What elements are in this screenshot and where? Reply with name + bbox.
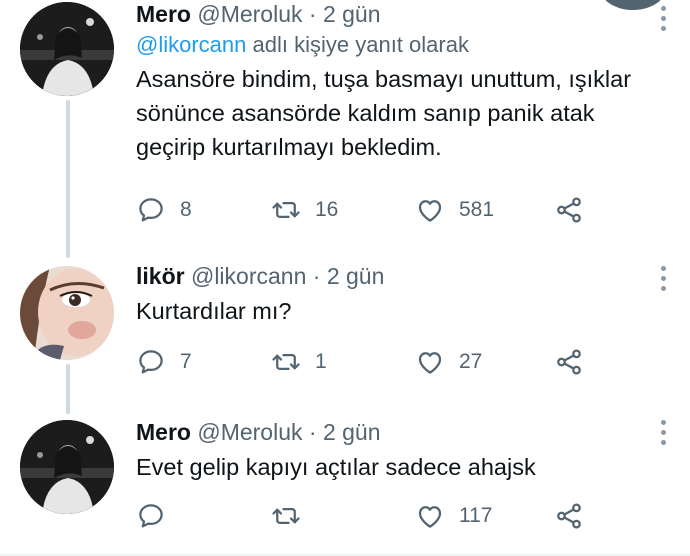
heart-icon bbox=[418, 506, 442, 528]
author-name[interactable]: Mero bbox=[136, 419, 191, 445]
share-icon bbox=[557, 349, 581, 375]
heart-icon bbox=[418, 352, 442, 374]
like-count: 117 bbox=[459, 504, 493, 527]
tweet-header: Mero @Meroluk · 2 gün bbox=[136, 418, 650, 446]
comment-icon bbox=[139, 350, 163, 374]
reply-button[interactable]: 7 bbox=[136, 344, 192, 380]
avatar-mero[interactable] bbox=[20, 420, 114, 514]
author-handle[interactable]: @Meroluk bbox=[197, 1, 302, 27]
author-handle[interactable]: @Meroluk bbox=[197, 419, 302, 445]
tweet-3[interactable]: Mero @Meroluk · 2 gün Evet gelip kapıyı … bbox=[0, 412, 690, 554]
more-vertical-icon[interactable] bbox=[660, 420, 668, 448]
tweet-actions: 8 16 581 bbox=[136, 192, 606, 228]
reply-count: 8 bbox=[180, 198, 192, 221]
author-name[interactable]: Mero bbox=[136, 1, 191, 27]
tweet-header: Mero @Meroluk · 2 gün bbox=[136, 0, 650, 28]
retweet-icon bbox=[272, 354, 300, 370]
author-handle[interactable]: @likorcann bbox=[191, 263, 306, 289]
reply-button[interactable] bbox=[136, 498, 180, 534]
tweet-actions: 117 bbox=[136, 498, 606, 534]
retweet-button[interactable]: 16 bbox=[271, 192, 338, 228]
tweet-2[interactable]: likör @likorcann · 2 gün Kurtardılar mı?… bbox=[0, 258, 690, 398]
comment-icon bbox=[139, 198, 163, 222]
separator: · bbox=[308, 1, 317, 27]
more-vertical-icon[interactable] bbox=[660, 6, 668, 34]
retweet-icon bbox=[272, 508, 300, 524]
tweet-text: Kurtardılar mı? bbox=[136, 298, 292, 324]
like-button[interactable]: 117 bbox=[415, 498, 492, 534]
tweet-header: likör @likorcann · 2 gün bbox=[136, 262, 650, 290]
separator: · bbox=[308, 419, 317, 445]
retweet-button[interactable] bbox=[271, 498, 315, 534]
comment-icon bbox=[139, 504, 163, 528]
share-icon bbox=[557, 503, 581, 529]
avatar-likor[interactable] bbox=[20, 266, 114, 360]
tweet-text: Evet gelip kapıyı açtılar sadece ahajsk bbox=[136, 454, 536, 480]
retweet-count: 16 bbox=[315, 198, 339, 221]
heart-icon bbox=[418, 200, 442, 222]
timestamp[interactable]: 2 gün bbox=[323, 1, 381, 27]
reply-count: 7 bbox=[180, 350, 192, 373]
like-count: 27 bbox=[459, 350, 483, 373]
tweet-1[interactable]: Mero @Meroluk · 2 gün @likorcann adlı ki… bbox=[0, 0, 690, 250]
retweet-count: 1 bbox=[315, 350, 327, 373]
retweet-button[interactable]: 1 bbox=[271, 344, 327, 380]
share-icon bbox=[557, 197, 581, 223]
retweet-icon bbox=[272, 202, 300, 218]
like-button[interactable]: 27 bbox=[415, 344, 482, 380]
share-button[interactable] bbox=[554, 344, 584, 380]
avatar-mero[interactable] bbox=[20, 2, 114, 96]
reply-to-handle-link[interactable]: @likorcann bbox=[136, 32, 246, 57]
reply-button[interactable]: 8 bbox=[136, 192, 192, 228]
timestamp[interactable]: 2 gün bbox=[327, 263, 385, 289]
more-vertical-icon[interactable] bbox=[660, 266, 668, 294]
timestamp[interactable]: 2 gün bbox=[323, 419, 381, 445]
author-name[interactable]: likör bbox=[136, 263, 185, 289]
share-button[interactable] bbox=[554, 498, 584, 534]
tweet-text: Asansöre bindim, tuşa basmayı unuttum, ı… bbox=[136, 66, 632, 160]
tweet-actions: 7 1 27 bbox=[136, 344, 606, 380]
reply-to-suffix: adlı kişiye yanıt olarak bbox=[252, 32, 469, 57]
share-button[interactable] bbox=[554, 192, 584, 228]
reply-context: @likorcann adlı kişiye yanıt olarak bbox=[136, 30, 650, 60]
like-count: 581 bbox=[459, 198, 495, 221]
separator: · bbox=[312, 263, 321, 289]
like-button[interactable]: 581 bbox=[415, 192, 494, 228]
